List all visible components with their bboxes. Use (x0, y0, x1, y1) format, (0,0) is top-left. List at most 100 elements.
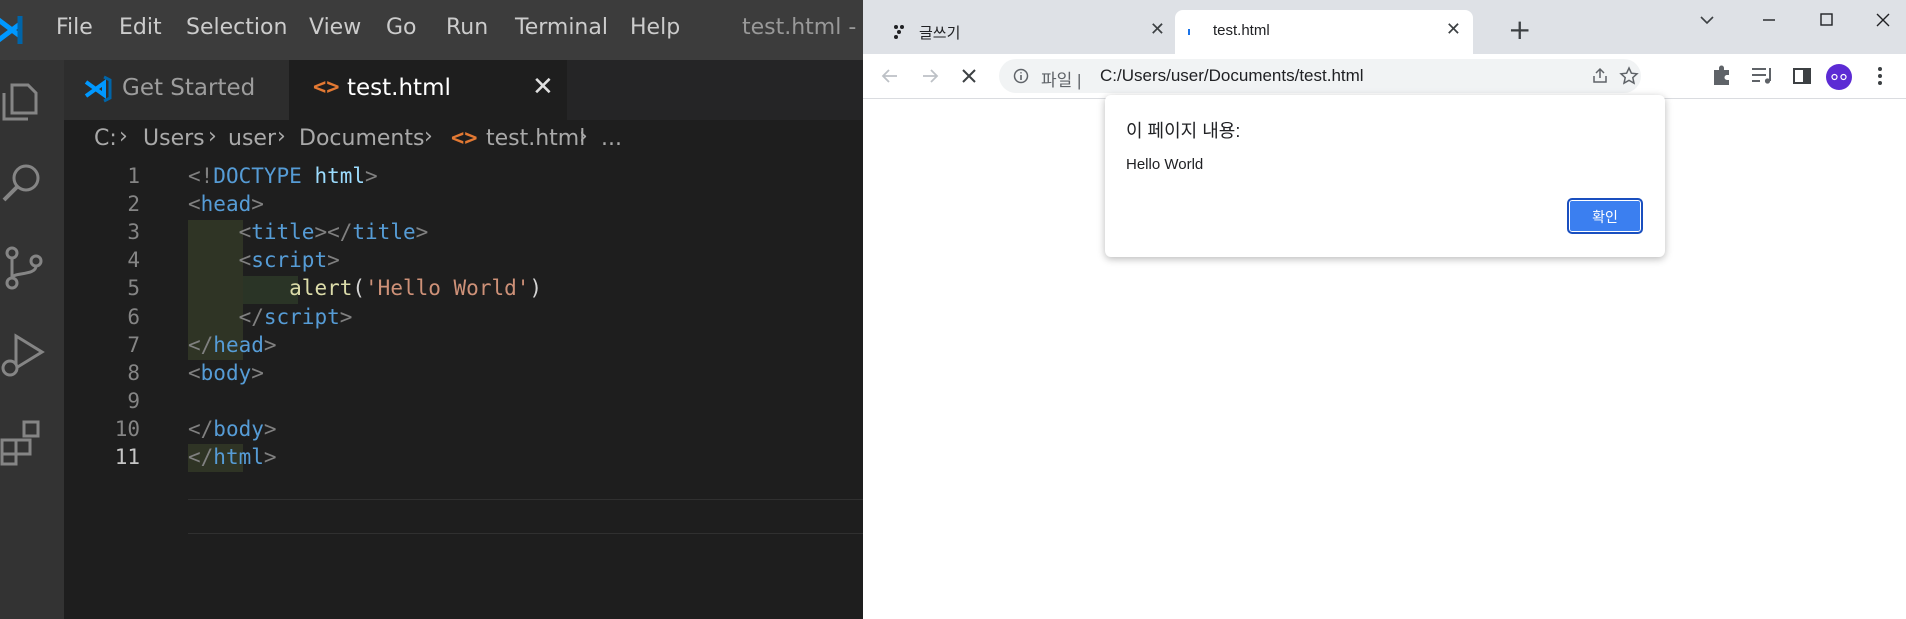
browser-tab[interactable]: 글쓰기 ✕ (881, 10, 1177, 54)
code-editor[interactable]: 1 2 3 4 5 6 7 8 9 10 11 <!DOCTYPE html> … (64, 160, 863, 619)
breadcrumb-item[interactable]: test.html (486, 126, 585, 151)
editor-tabbar: Get Started <> test.html ✕ (64, 60, 863, 120)
token: </ (188, 417, 214, 441)
browser-tab-active[interactable]: test.html ✕ (1175, 10, 1473, 54)
address-url[interactable]: C:/Users/user/Documents/test.html (1100, 66, 1364, 86)
line-number: 6 (127, 305, 140, 329)
source-control-icon[interactable] (0, 243, 48, 291)
menu-edit[interactable]: Edit (119, 15, 162, 40)
ok-button[interactable]: 확인 (1567, 198, 1643, 234)
token: > (365, 164, 378, 188)
line-number: 3 (127, 220, 140, 244)
extensions-icon[interactable] (0, 418, 48, 466)
token: head (213, 333, 264, 357)
close-icon[interactable]: ✕ (532, 72, 554, 102)
bookmark-star-icon[interactable] (1619, 66, 1639, 86)
code-line-3: <title></title> (188, 220, 429, 244)
dialog-title: 이 페이지 내용: (1126, 121, 1241, 141)
token: ></ (314, 220, 353, 244)
line-number: 5 (127, 276, 140, 300)
close-window-icon[interactable] (1863, 6, 1903, 36)
breadcrumb-item[interactable]: C: (94, 126, 117, 151)
browser-toolbar: 파일 | C:/Users/user/Documents/test.html (863, 54, 1906, 99)
chevron-right-icon: › (424, 124, 433, 149)
vscode-logo-icon (0, 16, 23, 44)
menu-go[interactable]: Go (386, 15, 417, 40)
token: body (213, 417, 264, 441)
code-line-6: </script> (188, 305, 353, 329)
token: < (188, 361, 201, 385)
breadcrumb-item[interactable]: Documents (299, 126, 424, 151)
tab-test-html[interactable]: <> test.html ✕ (289, 60, 567, 120)
token: > (327, 248, 340, 272)
vscode-window: File Edit Selection View Go Run Terminal… (0, 0, 863, 619)
avatar-eyes-icon (1831, 73, 1847, 81)
share-icon[interactable] (1591, 67, 1609, 85)
more-vertical-icon[interactable] (1864, 54, 1896, 98)
stop-loading-icon[interactable] (954, 54, 984, 98)
minimize-icon[interactable] (1749, 6, 1789, 36)
profile-avatar[interactable] (1826, 64, 1852, 90)
token: > (251, 192, 264, 216)
code-line-8: <body> (188, 361, 264, 385)
close-icon[interactable]: ✕ (1150, 19, 1165, 40)
forward-arrow-icon[interactable] (915, 54, 945, 98)
menu-terminal[interactable]: Terminal (515, 15, 608, 40)
token: > (263, 445, 277, 469)
token: DOCTYPE (213, 164, 302, 188)
maximize-icon[interactable] (1806, 6, 1846, 36)
vscode-logo-icon (84, 75, 112, 103)
menu-view[interactable]: View (309, 15, 361, 40)
tab-label: Get Started (122, 75, 256, 101)
tab-search-chevron-icon[interactable] (1687, 6, 1727, 36)
run-debug-icon[interactable] (0, 330, 48, 378)
line-number: 1 (127, 164, 140, 188)
code-line-7: </head> (188, 333, 277, 357)
info-icon[interactable] (1013, 68, 1029, 84)
breadcrumb-item[interactable]: user (228, 126, 276, 151)
back-arrow-icon[interactable] (875, 54, 905, 98)
html-file-icon: <> (313, 75, 340, 100)
explorer-icon[interactable] (0, 75, 48, 123)
token: html (314, 164, 366, 188)
media-queue-icon[interactable] (1746, 54, 1778, 98)
code-line-10: </body> (188, 417, 277, 441)
new-tab-button[interactable]: + (1508, 13, 1531, 46)
loading-spinner-icon (1188, 29, 1190, 35)
token: </ (188, 445, 214, 469)
menu-selection[interactable]: Selection (186, 15, 287, 40)
menu-run[interactable]: Run (446, 15, 488, 40)
breadcrumb-item[interactable]: Users (143, 126, 205, 151)
window-title: test.html - Vi (742, 15, 863, 40)
code-line-5: alert('Hello World') (188, 276, 542, 300)
breadcrumb-item[interactable]: ... (601, 126, 622, 151)
line-number: 8 (127, 361, 140, 385)
token: html (213, 445, 264, 469)
chevron-right-icon: › (579, 124, 588, 149)
address-scheme-label: 파일 | (1041, 66, 1081, 91)
html-file-icon: <> (451, 126, 478, 151)
close-icon[interactable]: ✕ (1446, 19, 1461, 40)
token: alert (289, 276, 353, 300)
token: body (200, 361, 252, 385)
code-line-1: <!DOCTYPE html> (188, 164, 378, 188)
vscode-menubar: File Edit Selection View Go Run Terminal… (0, 0, 863, 60)
code-line-11: </html> (188, 445, 277, 469)
tab-get-started[interactable]: Get Started (64, 60, 289, 120)
line-number: 7 (127, 333, 140, 357)
extensions-puzzle-icon[interactable] (1706, 54, 1738, 98)
line-number: 4 (127, 248, 140, 272)
token: > (339, 305, 353, 329)
token: </ (238, 305, 264, 329)
tab-strip: 글쓰기 ✕ test.html ✕ + (863, 0, 1906, 54)
menu-file[interactable]: File (56, 15, 93, 40)
side-panel-icon[interactable] (1786, 54, 1818, 98)
code-line-2: <head> (188, 192, 264, 216)
chevron-right-icon: › (277, 124, 286, 149)
search-icon[interactable] (0, 158, 48, 206)
current-line-highlight (188, 499, 863, 534)
token: title (352, 220, 416, 244)
address-bar[interactable]: 파일 | C:/Users/user/Documents/test.html (999, 59, 1641, 93)
menu-help[interactable]: Help (630, 15, 680, 40)
token: </ (188, 333, 214, 357)
